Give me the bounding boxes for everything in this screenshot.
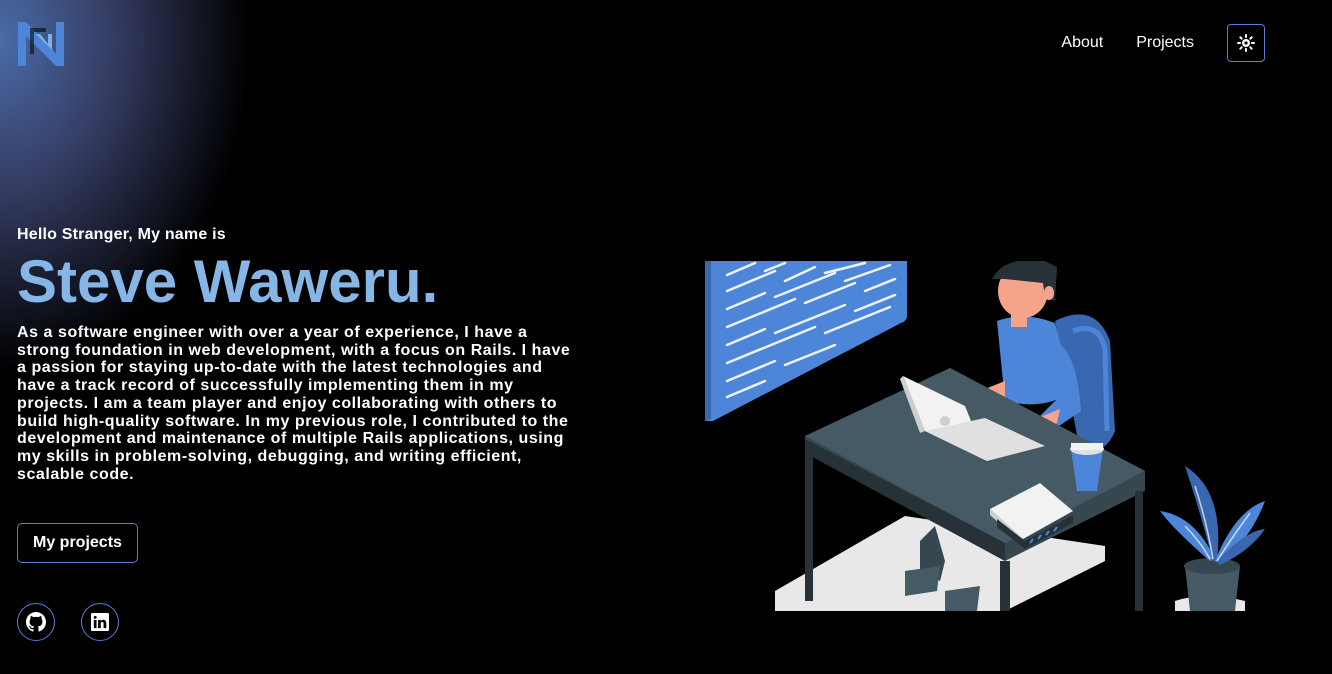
my-projects-button[interactable]: My projects [17, 523, 138, 563]
sun-icon [1237, 34, 1255, 52]
bio-paragraph: As a software engineer with over a year … [17, 324, 571, 483]
theme-toggle-button[interactable] [1227, 24, 1265, 62]
developer-at-desk-illustration [705, 259, 1270, 611]
n-logo-icon[interactable] [16, 20, 66, 68]
linkedin-link[interactable] [81, 603, 119, 641]
greeting-text: Hello Stranger, My name is [17, 226, 226, 243]
github-link[interactable] [17, 603, 55, 641]
github-icon [26, 612, 46, 632]
linkedin-icon [91, 613, 109, 631]
nav-about-link[interactable]: About [1061, 34, 1103, 52]
nav-projects-link[interactable]: Projects [1136, 34, 1194, 52]
hero-name: Steve Waweru. [17, 248, 439, 315]
top-nav: About Projects [1061, 24, 1265, 62]
hero-section: Hello Stranger, My name is Steve Waweru.… [17, 226, 577, 483]
